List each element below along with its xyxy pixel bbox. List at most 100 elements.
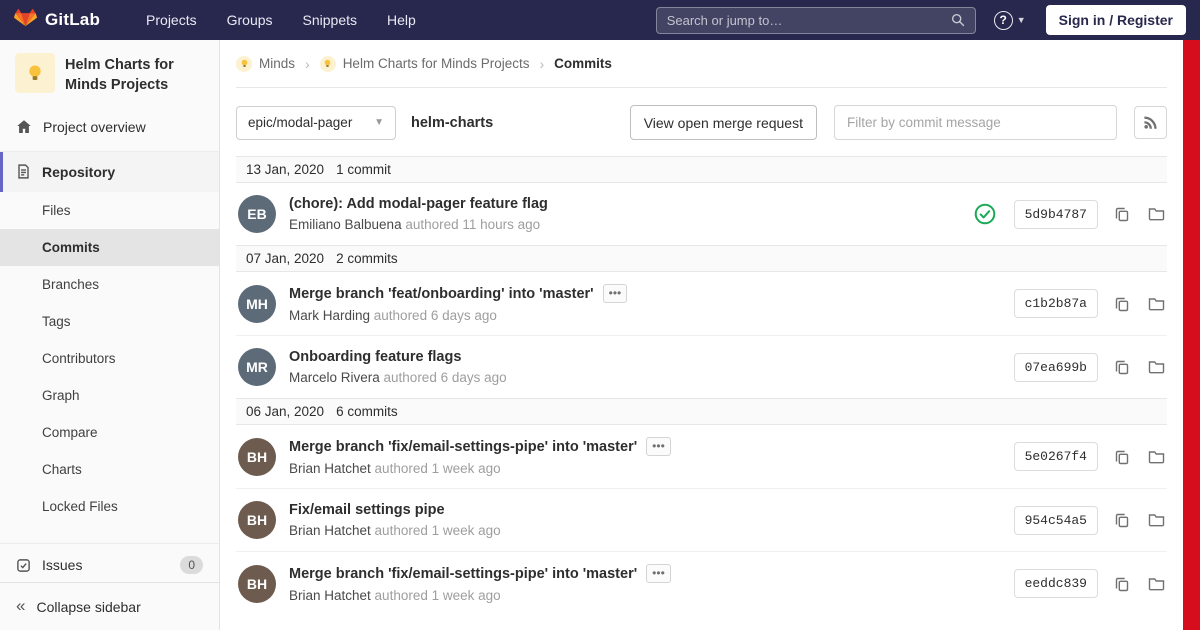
copy-sha-button[interactable] — [1112, 447, 1132, 467]
commit-author-link[interactable]: Marcelo Rivera — [289, 370, 380, 385]
sidebar-item-commits[interactable]: Commits — [0, 228, 219, 266]
sidebar-item-issues[interactable]: Issues 0 — [0, 542, 219, 587]
commit-title-link[interactable]: Fix/email settings pipe — [289, 502, 445, 518]
sidebar-item-project-overview[interactable]: Project overview — [0, 107, 219, 147]
main-content: Minds › Helm Charts for Minds Projects › Com… — [220, 40, 1183, 630]
commit-count: 6 commits — [336, 404, 398, 419]
author-avatar[interactable]: BH — [238, 564, 276, 603]
breadcrumb-item-commits[interactable]: Commits — [554, 56, 612, 71]
commit-sha-link[interactable]: c1b2b87a — [1013, 289, 1098, 318]
branch-selector-dropdown[interactable]: epic/modal-pager ▼ — [236, 105, 396, 140]
issues-count-badge: 0 — [180, 556, 203, 575]
sidebar-item-label: Project overview — [43, 118, 146, 135]
author-avatar[interactable]: MH — [238, 284, 276, 323]
commit-author-link[interactable]: Brian Hatchet — [289, 461, 371, 476]
commit-filter-input[interactable] — [834, 105, 1117, 140]
sidebar-section-label: Repository — [42, 163, 116, 180]
browse-files-button[interactable] — [1146, 510, 1167, 530]
commit-title-link[interactable]: (chore): Add modal-pager feature flag — [289, 196, 548, 212]
brand-name: GitLab — [45, 10, 101, 29]
search-input[interactable] — [666, 12, 951, 28]
author-avatar[interactable]: MR — [238, 348, 276, 386]
copy-sha-button[interactable] — [1112, 204, 1132, 224]
chevron-down-icon: ▼ — [374, 117, 384, 128]
sidebar-item-locked-files[interactable]: Locked Files — [0, 488, 219, 525]
commit-sha-link[interactable]: 5d9b4787 — [1013, 199, 1098, 229]
commit-row: MR Onboarding feature flags Marcelo Rivera… — [236, 335, 1167, 398]
commit-date-header: 13 Jan, 2020 1 commit — [236, 156, 1167, 183]
commit-author-link[interactable]: Mark Harding — [289, 308, 370, 323]
commit-author-link[interactable]: Brian Hatchet — [289, 523, 371, 538]
lightbulb-icon — [24, 62, 46, 84]
commit-date-header: 07 Jan, 2020 2 commits — [236, 245, 1167, 272]
help-menu[interactable]: ? ▼ — [993, 10, 1026, 30]
sidebar-item-repository[interactable]: Repository — [0, 151, 219, 192]
project-context-header[interactable]: Helm Charts for Minds Projects — [0, 40, 219, 107]
toggle-commit-description-button[interactable]: ••• — [602, 284, 628, 303]
pipeline-passed-icon[interactable] — [974, 203, 996, 225]
sidebar-item-graph[interactable]: Graph — [0, 377, 219, 414]
collapse-sidebar-button[interactable]: « Collapse sidebar — [0, 582, 219, 630]
commit-authored-time: authored 6 days ago — [370, 308, 497, 323]
commit-meta: Marcelo Rivera authored 6 days ago — [289, 370, 507, 385]
home-icon — [16, 119, 32, 135]
global-search-box[interactable] — [655, 6, 976, 34]
browse-files-button[interactable] — [1146, 204, 1167, 224]
gitlab-tanuki-logo-icon — [14, 9, 37, 31]
sidebar-item-charts[interactable]: Charts — [0, 451, 219, 488]
commit-meta: Brian Hatchet authored 1 week ago — [289, 588, 671, 603]
browse-files-button[interactable] — [1146, 294, 1167, 314]
commits-controls: epic/modal-pager ▼ helm-charts View open… — [236, 105, 1167, 140]
commit-sha-link[interactable]: 07ea699b — [1013, 352, 1098, 382]
sidebar-item-compare[interactable]: Compare — [0, 414, 219, 451]
commit-authored-time: authored 1 week ago — [370, 461, 501, 476]
red-scrollbar-stripe[interactable] — [1183, 40, 1200, 630]
browse-files-button[interactable] — [1146, 447, 1167, 467]
author-avatar[interactable]: EB — [238, 195, 276, 233]
commit-row: EB (chore): Add modal-pager feature flag E… — [236, 183, 1167, 245]
commit-sha-link[interactable]: 5e0267f4 — [1013, 442, 1098, 471]
repo-path-link[interactable]: helm-charts — [411, 115, 493, 131]
toggle-commit-description-button[interactable]: ••• — [646, 437, 671, 456]
copy-sha-button[interactable] — [1112, 294, 1132, 314]
commit-meta: Brian Hatchet authored 1 week ago — [289, 523, 501, 538]
sidebar-project-title: Helm Charts for Minds Projects — [65, 57, 174, 94]
sidebar-item-contributors[interactable]: Contributors — [0, 340, 219, 377]
sidebar-item-files[interactable]: Files — [0, 192, 219, 229]
sidebar-item-tags[interactable]: Tags — [0, 303, 219, 340]
nav-item-projects[interactable]: Projects — [146, 12, 197, 28]
nav-item-snippets[interactable]: Snippets — [303, 12, 357, 28]
commits-feed-button[interactable] — [1134, 106, 1167, 139]
copy-sha-button[interactable] — [1112, 357, 1132, 377]
commit-author-link[interactable]: Emiliano Balbuena — [289, 217, 402, 232]
sign-in-register-button[interactable]: Sign in / Register — [1045, 5, 1186, 35]
author-avatar[interactable]: BH — [238, 501, 276, 539]
copy-sha-button[interactable] — [1112, 574, 1132, 594]
browse-files-button[interactable] — [1146, 357, 1167, 377]
commit-title-link[interactable]: Merge branch 'feat/onboarding' into 'mas… — [289, 286, 594, 302]
commit-sha-link[interactable]: 954c54a5 — [1013, 505, 1098, 535]
browse-files-button[interactable] — [1146, 574, 1167, 594]
sidebar-item-branches[interactable]: Branches — [0, 266, 219, 303]
commit-title-link[interactable]: Merge branch 'fix/email-settings-pipe' i… — [289, 566, 637, 582]
gitlab-home-link[interactable]: GitLab — [14, 9, 100, 31]
repository-icon — [16, 164, 31, 179]
breadcrumb-separator-icon: › — [305, 55, 310, 72]
sidebar-item-label: Issues — [42, 557, 83, 574]
commit-list: 13 Jan, 2020 1 commit EB (chore): Add modal… — [236, 156, 1167, 615]
commit-sha-link[interactable]: eeddc839 — [1013, 569, 1098, 598]
breadcrumb-separator-icon: › — [539, 55, 545, 72]
copy-sha-button[interactable] — [1112, 510, 1132, 530]
breadcrumb-item-helm-charts-for-minds-projects[interactable]: Helm Charts for Minds Projects — [319, 55, 530, 72]
commit-title-link[interactable]: Merge branch 'fix/email-settings-pipe' i… — [289, 439, 637, 455]
breadcrumb-item-minds[interactable]: Minds — [236, 55, 295, 72]
view-open-merge-request-button[interactable]: View open merge request — [629, 105, 817, 140]
toggle-commit-description-button[interactable]: ••• — [646, 564, 671, 583]
project-sidebar: Helm Charts for Minds Projects Project o… — [0, 40, 220, 630]
author-avatar[interactable]: BH — [238, 437, 276, 476]
breadcrumb: Minds › Helm Charts for Minds Projects › Com… — [236, 40, 1167, 88]
commit-title-link[interactable]: Onboarding feature flags — [289, 349, 461, 365]
commit-author-link[interactable]: Brian Hatchet — [289, 588, 371, 603]
nav-item-groups[interactable]: Groups — [227, 12, 273, 28]
nav-item-help[interactable]: Help — [387, 12, 416, 28]
